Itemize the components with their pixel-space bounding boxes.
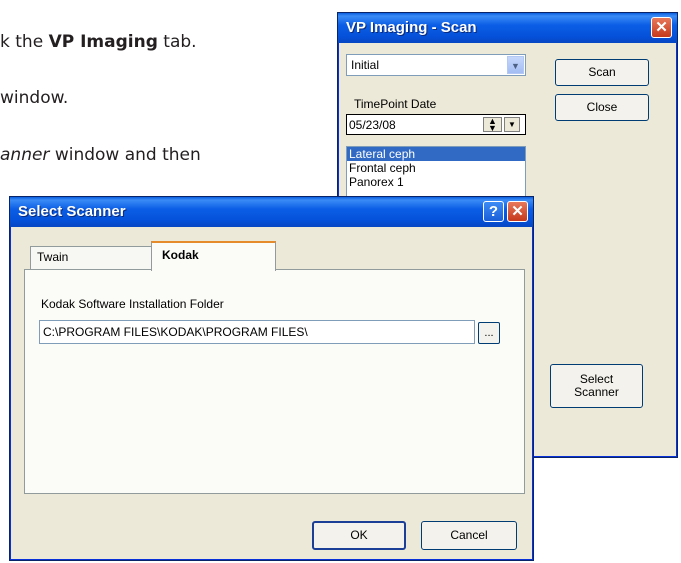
scan-type-value: Initial: [351, 58, 380, 72]
doc-text: k the: [0, 32, 49, 52]
select-scanner-button[interactable]: Select Scanner: [550, 364, 643, 408]
doc-line-2: window.: [0, 88, 68, 108]
timepoint-date-value: 05/23/08: [349, 118, 396, 132]
scan-window-titlebar[interactable]: VP Imaging - Scan ✕: [338, 13, 677, 43]
tab-kodak-label: Kodak: [162, 248, 199, 262]
scan-button[interactable]: Scan: [555, 59, 649, 86]
doc-bold-text: VP Imaging: [48, 32, 158, 52]
close-button[interactable]: Close: [555, 94, 649, 121]
doc-line-1: k the VP Imaging tab.: [0, 32, 197, 52]
doc-line-3: anner window and then: [0, 145, 201, 165]
scan-type-select[interactable]: Initial ▼: [346, 54, 526, 76]
cancel-button[interactable]: Cancel: [421, 521, 517, 550]
scan-window-title: VP Imaging - Scan: [346, 19, 477, 36]
select-scanner-label-line2: Scanner: [574, 385, 619, 399]
timepoint-date-picker[interactable]: 05/23/08 ▲ ▼ ▼: [346, 114, 526, 135]
doc-text: window and then: [49, 145, 201, 165]
select-scanner-title: Select Scanner: [18, 203, 126, 220]
kodak-tab-panel: Kodak Software Installation Folder C:\PR…: [24, 269, 525, 494]
tab-twain[interactable]: Twain: [30, 246, 152, 270]
folder-input[interactable]: C:\PROGRAM FILES\KODAK\PROGRAM FILES\: [39, 320, 475, 344]
select-scanner-titlebar[interactable]: Select Scanner ? ✕: [10, 197, 533, 227]
chevron-down-icon[interactable]: ▼: [507, 56, 524, 74]
doc-text: window.: [0, 88, 69, 108]
list-item[interactable]: Frontal ceph: [347, 161, 525, 175]
tab-kodak[interactable]: Kodak: [151, 241, 276, 271]
list-item[interactable]: Lateral ceph: [347, 147, 525, 161]
browse-button[interactable]: ...: [478, 322, 500, 344]
date-dropdown-icon[interactable]: ▼: [504, 117, 520, 132]
doc-text: tab.: [157, 32, 197, 52]
folder-label: Kodak Software Installation Folder: [41, 297, 224, 311]
close-icon[interactable]: ✕: [651, 17, 672, 38]
ok-button[interactable]: OK: [312, 521, 406, 550]
timepoint-label: TimePoint Date: [354, 97, 437, 111]
date-spin-icon[interactable]: ▲ ▼: [483, 117, 502, 133]
list-item[interactable]: Panorex 1: [347, 175, 525, 189]
select-scanner-dialog: Select Scanner ? ✕ Twain Kodak Kodak Sof…: [9, 196, 534, 561]
close-icon[interactable]: ✕: [507, 201, 528, 222]
help-icon[interactable]: ?: [483, 201, 504, 222]
doc-italic-text: anner: [0, 145, 50, 165]
